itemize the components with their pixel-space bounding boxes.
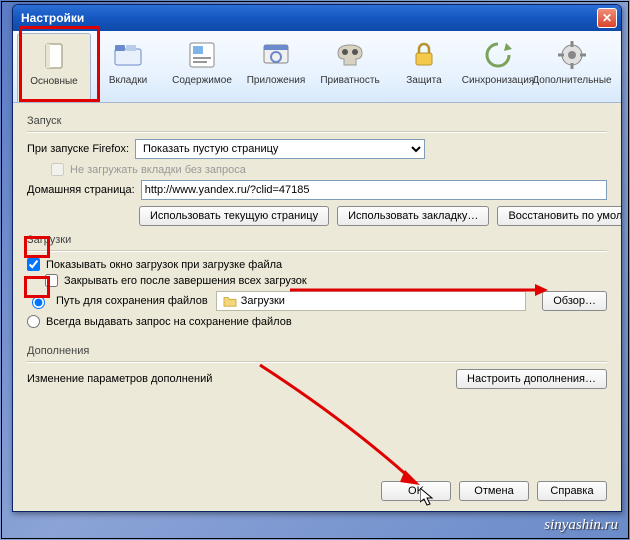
startup-section-title: Запуск: [27, 115, 607, 127]
always-ask-label: Всегда выдавать запрос на сохранение фай…: [46, 316, 292, 328]
watermark-text: sinyashin.ru: [544, 517, 618, 534]
dont-load-tabs-checkbox: [51, 163, 64, 176]
tab-sync[interactable]: Синхронизация: [461, 33, 535, 102]
dont-load-tabs-label: Не загружать вкладки без запроса: [70, 164, 246, 176]
privacy-icon: [334, 39, 366, 71]
configure-addons-button[interactable]: Настроить дополнения…: [456, 369, 607, 389]
tab-label: Защита: [406, 75, 441, 86]
content-area: Запуск При запуске Firefox: Показать пус…: [13, 103, 621, 475]
close-after-row: Закрывать его после завершения всех загр…: [45, 274, 607, 287]
downloads-section-title: Загрузки: [27, 234, 607, 246]
tab-advanced[interactable]: Дополнительные: [535, 33, 609, 102]
startup-select[interactable]: Показать пустую страницу: [135, 139, 425, 159]
show-dlwin-label: Показывать окно загрузок при загрузке фа…: [46, 259, 282, 271]
sync-icon: [482, 39, 514, 71]
dont-load-tabs-row: Не загружать вкладки без запроса: [51, 163, 607, 176]
tab-label: Вкладки: [109, 75, 147, 86]
addons-section-title: Дополнения: [27, 345, 607, 357]
tab-privacy[interactable]: Приватность: [313, 33, 387, 102]
tabs-icon: [112, 39, 144, 71]
ok-button[interactable]: OK: [381, 481, 451, 501]
homepage-buttons: Использовать текущую страницу Использова…: [139, 206, 607, 226]
tab-security[interactable]: Защита: [387, 33, 461, 102]
tab-content[interactable]: Содержимое: [165, 33, 239, 102]
folder-icon: [223, 295, 237, 307]
restore-default-button[interactable]: Восстановить по умолчанию: [497, 206, 621, 226]
tab-applications[interactable]: Приложения: [239, 33, 313, 102]
tab-label: Приложения: [247, 75, 306, 86]
startup-row: При запуске Firefox: Показать пустую стр…: [27, 139, 607, 159]
tab-label: Содержимое: [172, 75, 232, 86]
applications-icon: [260, 39, 292, 71]
tab-label: Приватность: [320, 75, 379, 86]
tab-label: Дополнительные: [532, 75, 611, 86]
dialog-buttons: OK Отмена Справка: [13, 475, 621, 511]
tab-toolbar: Основные Вкладки Содержимое Приложения П…: [13, 31, 621, 103]
addons-desc: Изменение параметров дополнений: [27, 373, 212, 385]
save-path-label: Путь для сохранения файлов: [56, 295, 208, 307]
use-bookmark-button[interactable]: Использовать закладку…: [337, 206, 489, 226]
tab-label: Основные: [30, 76, 77, 87]
window-title: Настройки: [21, 11, 597, 25]
show-dlwin-row: Показывать окно загрузок при загрузке фа…: [27, 258, 607, 271]
save-path-radio[interactable]: [32, 296, 45, 309]
titlebar[interactable]: Настройки ✕: [13, 5, 621, 31]
content-icon: [186, 39, 218, 71]
browse-button[interactable]: Обзор…: [542, 291, 607, 311]
homepage-input[interactable]: [141, 180, 607, 200]
use-current-button[interactable]: Использовать текущую страницу: [139, 206, 329, 226]
folder-box: Загрузки: [216, 291, 526, 311]
addons-row: Изменение параметров дополнений Настроит…: [27, 369, 607, 389]
close-after-label: Закрывать его после завершения всех загр…: [64, 275, 307, 287]
general-icon: [38, 40, 70, 72]
save-path-row: Путь для сохранения файлов Загрузки Обзо…: [27, 291, 607, 311]
cancel-button[interactable]: Отмена: [459, 481, 529, 501]
close-after-checkbox[interactable]: [45, 274, 58, 287]
help-button[interactable]: Справка: [537, 481, 607, 501]
advanced-icon: [556, 39, 588, 71]
always-ask-row: Всегда выдавать запрос на сохранение фай…: [27, 315, 607, 328]
tab-label: Синхронизация: [462, 75, 534, 86]
tab-tabs[interactable]: Вкладки: [91, 33, 165, 102]
settings-window: Настройки ✕ Основные Вкладки Содержимое: [12, 4, 622, 512]
always-ask-radio[interactable]: [27, 315, 40, 328]
close-button[interactable]: ✕: [597, 8, 617, 28]
homepage-label: Домашняя страница:: [27, 184, 135, 196]
show-dlwin-checkbox[interactable]: [27, 258, 40, 271]
folder-name: Загрузки: [241, 295, 285, 307]
tab-general[interactable]: Основные: [17, 33, 91, 102]
startup-label: При запуске Firefox:: [27, 143, 129, 155]
security-icon: [408, 39, 440, 71]
homepage-row: Домашняя страница:: [27, 180, 607, 200]
